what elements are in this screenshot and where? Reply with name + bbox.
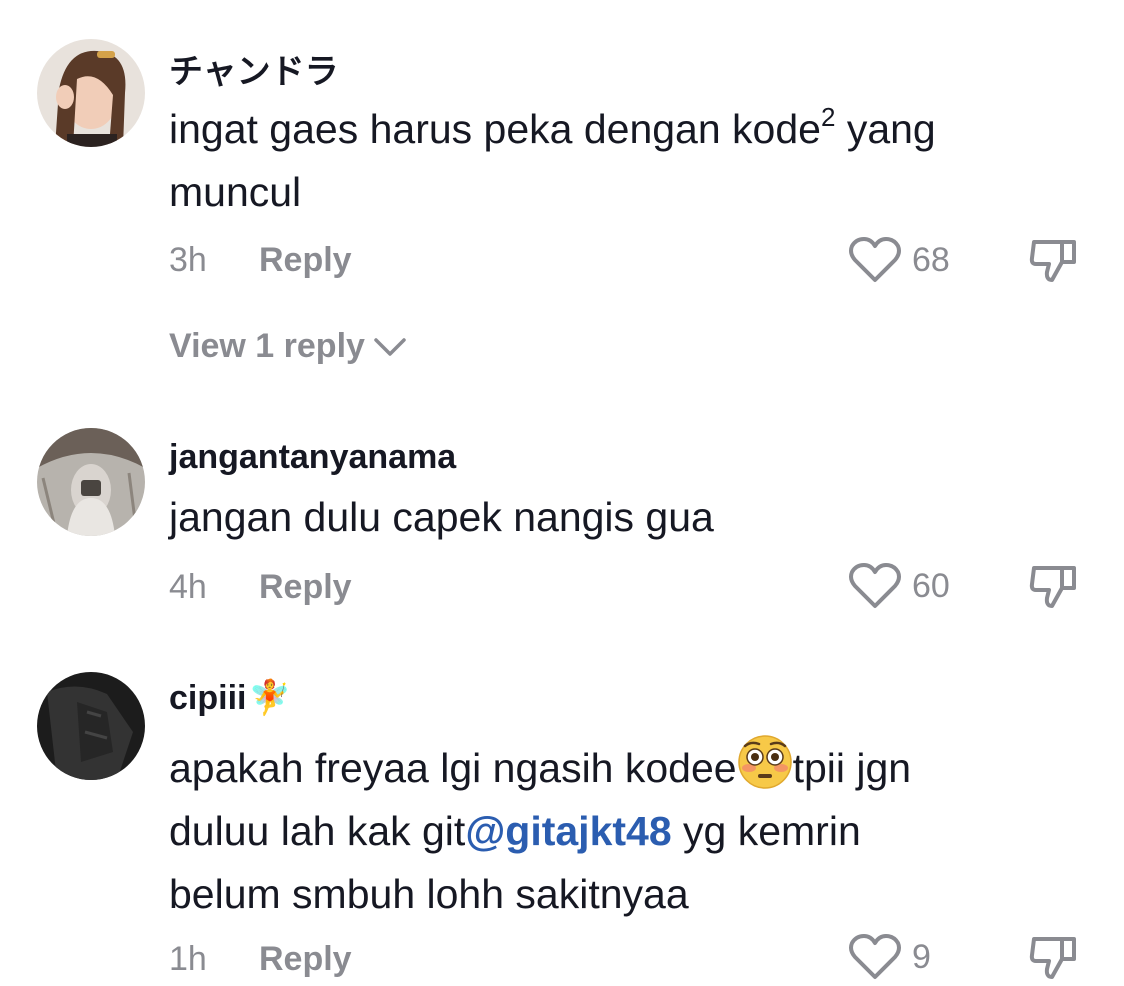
comment-item: cipiii🧚 apakah freyaa lgi ngasih kodee t… — [0, 650, 1124, 979]
flushed-face-emoji — [737, 735, 792, 789]
comment-meta: 3h Reply — [169, 241, 352, 280]
comment-meta: 4h Reply — [169, 568, 352, 607]
fairy-emoji: 🧚 — [248, 679, 291, 717]
avatar[interactable] — [37, 428, 145, 536]
avatar[interactable] — [37, 39, 145, 147]
chevron-down-icon — [374, 337, 406, 356]
heart-icon — [849, 934, 901, 979]
comment-item: jangantanyanama jangan dulu capek nangis… — [0, 400, 1124, 650]
reply-button[interactable]: Reply — [259, 241, 352, 279]
comment-text: apakah freyaa lgi ngasih kodee tpii jgn … — [169, 734, 1069, 926]
reply-button[interactable]: Reply — [259, 568, 352, 606]
comment-meta: 1h Reply — [169, 940, 352, 979]
timestamp: 3h — [169, 241, 207, 279]
view-replies-button[interactable]: View 1 reply — [169, 327, 407, 366]
like-button[interactable]: 9 — [848, 933, 931, 981]
timestamp: 4h — [169, 568, 207, 606]
comment-text: ingat gaes harus peka dengan kode2 yang … — [169, 102, 936, 215]
like-count: 68 — [912, 240, 950, 279]
like-count: 9 — [912, 937, 931, 976]
like-count: 60 — [912, 566, 950, 605]
heart-icon — [849, 237, 901, 282]
heart-icon — [849, 563, 901, 608]
thumbs-down-icon — [1029, 566, 1076, 608]
thumbs-down-icon — [1029, 240, 1076, 282]
avatar[interactable] — [37, 672, 145, 780]
dislike-button[interactable] — [1028, 933, 1080, 986]
dislike-button[interactable] — [1028, 236, 1080, 289]
thumbs-down-icon — [1029, 937, 1076, 979]
username[interactable]: jangantanyanama — [169, 438, 456, 477]
comment-item: チャンドラ ingat gaes harus peka dengan kode2… — [0, 0, 1124, 400]
timestamp: 1h — [169, 940, 207, 978]
username[interactable]: チャンドラ — [169, 44, 339, 93]
reply-button[interactable]: Reply — [259, 940, 352, 978]
like-button[interactable]: 68 — [848, 236, 950, 284]
like-button[interactable]: 60 — [848, 562, 950, 610]
dislike-button[interactable] — [1028, 562, 1080, 615]
mention-link[interactable]: @gitajkt48 — [465, 808, 671, 854]
username[interactable]: cipiii🧚 — [169, 678, 291, 718]
comment-text: jangan dulu capek nangis gua — [169, 494, 714, 540]
